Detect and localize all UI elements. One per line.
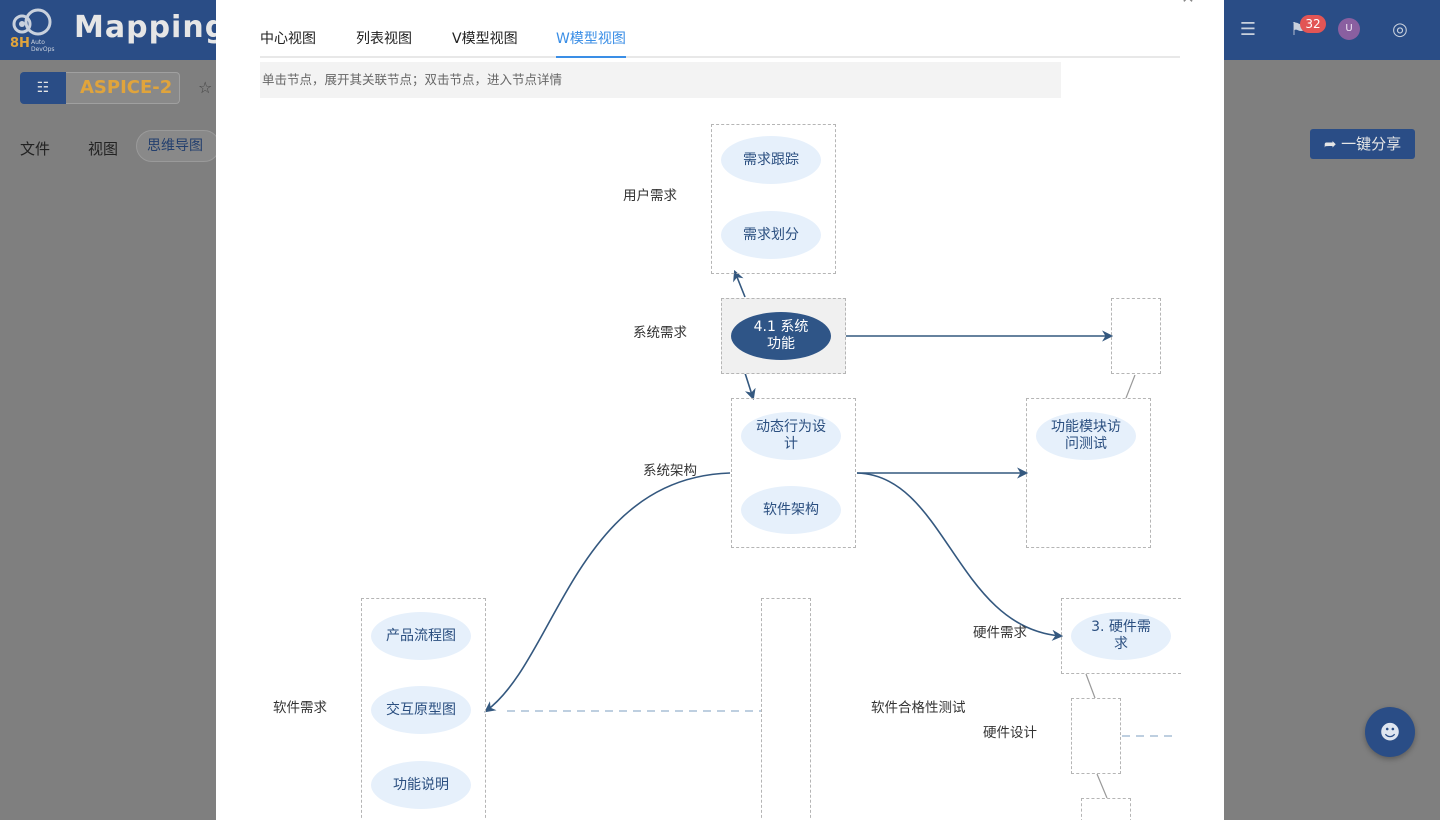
view-modal: ✕ 中心视图 列表视图 V模型视图 W模型视图 单击节点，展开其关联节点；双击节… xyxy=(216,0,1224,820)
share-label: 一键分享 xyxy=(1341,135,1402,153)
edge-sysreq-userreq xyxy=(733,269,746,298)
node-proto[interactable]: 交互原型图 xyxy=(371,686,471,734)
node-func-desc[interactable]: 功能说明 xyxy=(371,761,471,809)
stage-label-sys-req: 系统需求 xyxy=(633,325,687,341)
stage-label-hw-design: 硬件设计 xyxy=(983,725,1037,741)
project-switch-button[interactable]: ☷ xyxy=(20,72,66,104)
hint-text: 单击节点，展开其关联节点；双击节点，进入节点详情 xyxy=(260,62,1061,98)
node-hw-req[interactable]: 3. 硬件需求 xyxy=(1071,612,1171,660)
edge-sysreq-arch xyxy=(744,372,756,401)
box-hardware-next xyxy=(1081,798,1131,820)
tab-list-view[interactable]: 列表视图 xyxy=(356,28,412,58)
star-icon[interactable]: ☆ xyxy=(198,78,212,97)
stage-label-sw-req: 软件需求 xyxy=(273,700,327,716)
stage-label-sw-conform-test: 软件合格性测试 xyxy=(871,700,966,716)
project-name: ASPICE-2 xyxy=(66,72,180,104)
node-dyn-design[interactable]: 动态行为设计 xyxy=(741,412,841,460)
checklist-icon[interactable]: ☰ xyxy=(1234,16,1262,44)
close-icon[interactable]: ✕ xyxy=(1178,0,1198,8)
edge-arch-swreq xyxy=(484,472,731,713)
notification-badge: 32 xyxy=(1300,15,1326,33)
box-software-conformance-test xyxy=(761,598,811,820)
view-tabs: 中心视图 列表视图 V模型视图 W模型视图 xyxy=(260,22,1180,58)
node-func-test[interactable]: 功能模块访问测试 xyxy=(1036,412,1136,460)
box-system-test xyxy=(1111,298,1161,374)
w-model-diagram: 用户需求 系统需求 系统架构 软件需求 硬件需求 软件合格性测试 硬件设计 需求… xyxy=(216,100,1224,820)
share-icon: ➦ xyxy=(1323,135,1342,153)
edge-grey-2 xyxy=(1085,673,1096,699)
node-sw-arch[interactable]: 软件架构 xyxy=(741,486,841,534)
tab-v-model-view[interactable]: V模型视图 xyxy=(452,28,518,58)
edge-grey-1 xyxy=(1125,374,1136,399)
box-hardware-design xyxy=(1071,698,1121,774)
edge-grey-3 xyxy=(1096,773,1108,799)
node-req-split[interactable]: 需求划分 xyxy=(721,211,821,259)
assistant-icon[interactable]: ☻ xyxy=(1365,707,1415,757)
node-prod-flow[interactable]: 产品流程图 xyxy=(371,612,471,660)
overlay-left xyxy=(0,0,216,820)
menu-file[interactable]: 文件 xyxy=(20,138,50,159)
logo-subtitle: Auto DevOps xyxy=(31,39,55,53)
stage-label-user-req: 用户需求 xyxy=(623,188,677,204)
menu-mindmap[interactable]: 思维导图 xyxy=(136,130,220,162)
logo-badge: 8H xyxy=(10,36,30,51)
node-req-trace[interactable]: 需求跟踪 xyxy=(721,136,821,184)
share-button[interactable]: ➦ 一键分享 xyxy=(1310,129,1415,159)
globe-icon[interactable]: ◎ xyxy=(1386,16,1414,44)
tab-center-view[interactable]: 中心视图 xyxy=(260,28,316,58)
menu-view[interactable]: 视图 xyxy=(88,138,118,159)
stage-label-hw-req: 硬件需求 xyxy=(973,625,1027,641)
avatar[interactable]: U xyxy=(1338,18,1360,40)
tab-w-model-view[interactable]: W模型视图 xyxy=(556,28,626,58)
hierarchy-icon: ☷ xyxy=(36,80,50,96)
node-sys-func[interactable]: 4.1 系统功能 xyxy=(731,312,831,360)
stage-label-sys-arch: 系统架构 xyxy=(643,463,697,479)
